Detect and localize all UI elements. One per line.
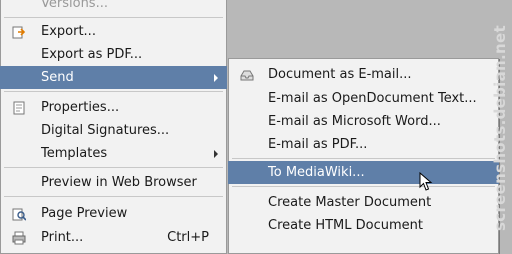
menu-item-label: Document as E-mail... <box>268 67 412 82</box>
menu-item-label: E-mail as PDF... <box>268 137 368 152</box>
properties-icon <box>12 100 26 115</box>
menu-item-shortcut: Ctrl+P <box>167 230 209 245</box>
menu-item-label: Properties... <box>41 100 120 115</box>
menu-item-export-pdf[interactable]: Export as PDF... <box>0 43 227 66</box>
menu-separator <box>232 158 495 159</box>
menu-item-digital-signatures[interactable]: Digital Signatures... <box>0 119 227 142</box>
menu-item-create-html-document[interactable]: Create HTML Document <box>228 214 499 237</box>
menu-separator <box>232 186 495 187</box>
menu-item-properties[interactable]: Properties... <box>0 96 227 119</box>
menu-item-document-as-email[interactable]: Document as E-mail... <box>228 63 499 86</box>
menu-item-label: Templates <box>41 146 108 161</box>
menu-item-label: Create HTML Document <box>268 218 423 233</box>
file-menu: Versions... Export... Export as PDF... S… <box>0 0 227 254</box>
menu-item-preview-web[interactable]: Preview in Web Browser <box>0 171 227 194</box>
menu-item-label: Print... <box>41 230 84 245</box>
menu-item-templates[interactable]: Templates <box>0 142 227 165</box>
menu-item-label: Preview in Web Browser <box>41 175 197 190</box>
send-submenu: Document as E-mail... E-mail as OpenDocu… <box>228 58 499 254</box>
watermark-text: screenshots.debian.net <box>491 25 509 231</box>
menu-item-label: Create Master Document <box>268 195 432 210</box>
menu-separator <box>4 196 223 197</box>
menu-item-email-odt[interactable]: E-mail as OpenDocument Text... <box>228 87 499 110</box>
menu-item-label: Export... <box>41 24 96 39</box>
submenu-arrow-icon <box>214 74 218 82</box>
menu-item-create-master-document[interactable]: Create Master Document <box>228 191 499 214</box>
menu-item-label: Digital Signatures... <box>41 123 170 138</box>
menu-item-email-word[interactable]: E-mail as Microsoft Word... <box>228 110 499 133</box>
menu-item-label: E-mail as OpenDocument Text... <box>268 91 477 106</box>
menu-item-label: Export as PDF... <box>41 47 143 62</box>
menu-item-label: E-mail as Microsoft Word... <box>268 114 441 129</box>
menu-separator <box>4 167 223 168</box>
menu-item-export[interactable]: Export... <box>0 20 227 43</box>
page-preview-icon <box>12 206 27 221</box>
menu-item-to-mediawiki[interactable]: To MediaWiki... <box>228 161 499 184</box>
menu-item-label: To MediaWiki... <box>268 165 365 180</box>
menu-item-page-preview[interactable]: Page Preview <box>0 202 227 225</box>
menu-item-versions[interactable]: Versions... <box>0 0 227 15</box>
menu-separator <box>4 17 223 18</box>
export-icon <box>12 24 26 39</box>
menu-item-label: Page Preview <box>41 206 128 221</box>
watermark: screenshots.debian.net <box>490 8 510 248</box>
menu-item-label: Versions... <box>41 0 108 11</box>
menu-item-label: Send <box>41 70 74 85</box>
submenu-arrow-icon <box>214 150 218 158</box>
mail-icon <box>240 67 254 81</box>
menu-item-send[interactable]: Send <box>0 66 227 89</box>
mouse-pointer-icon <box>419 171 433 196</box>
menu-item-email-pdf[interactable]: E-mail as PDF... <box>228 133 499 156</box>
menu-item-print[interactable]: Print... Ctrl+P <box>0 226 227 249</box>
print-icon <box>12 230 26 245</box>
menu-separator <box>4 91 223 92</box>
